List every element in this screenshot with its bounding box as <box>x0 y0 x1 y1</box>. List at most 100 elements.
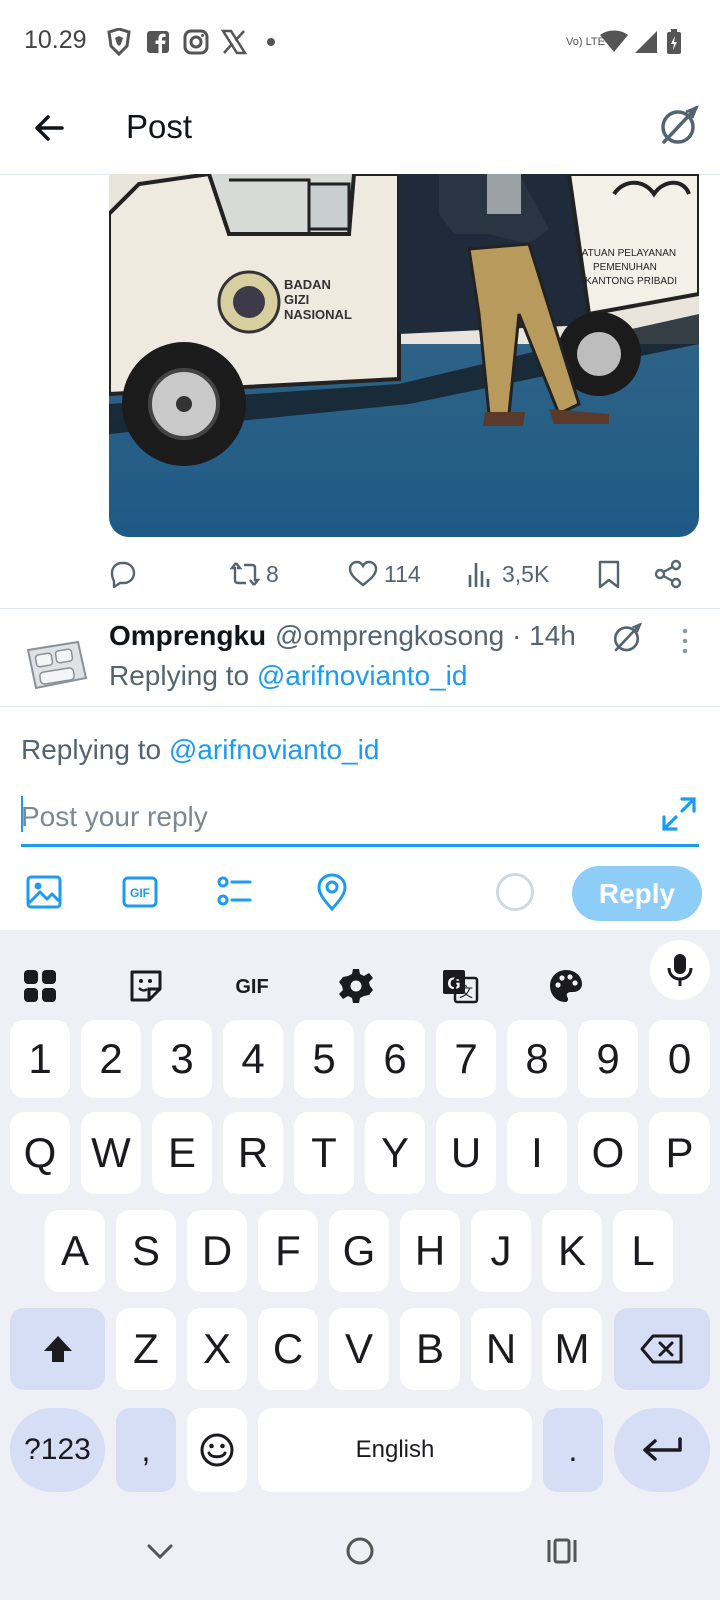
text-cursor <box>21 796 23 832</box>
key-j[interactable]: J <box>471 1210 531 1292</box>
instagram-icon <box>183 28 209 56</box>
image-icon[interactable] <box>24 872 64 912</box>
key-v[interactable]: V <box>329 1308 389 1390</box>
key-l[interactable]: L <box>613 1210 673 1292</box>
avatar[interactable] <box>22 632 90 700</box>
key-t[interactable]: T <box>294 1112 354 1194</box>
key-d[interactable]: D <box>187 1210 247 1292</box>
brave-icon <box>106 28 132 56</box>
key-n[interactable]: N <box>471 1308 531 1390</box>
backspace-icon <box>640 1334 683 1364</box>
notification-dot-icon <box>266 28 276 56</box>
retweet-count: 8 <box>266 560 279 587</box>
van-text-3: NASIONAL <box>284 307 352 322</box>
key-r[interactable]: R <box>223 1112 283 1194</box>
x-icon <box>221 28 247 56</box>
key-w[interactable]: W <box>81 1112 141 1194</box>
translate-icon[interactable]: G文 <box>430 956 490 1016</box>
heart-icon <box>348 560 378 587</box>
emoji-key[interactable] <box>187 1408 247 1492</box>
replying-to-handle-link[interactable]: @arifnovianto_id <box>257 660 468 691</box>
key-f[interactable]: F <box>258 1210 318 1292</box>
sign-text-3: KANTONG PRIBADI <box>585 276 677 287</box>
post-image[interactable]: BADAN GIZI NASIONAL SATUAN PELAYANAN PEM… <box>109 174 699 537</box>
symbols-key[interactable]: ?123 <box>10 1408 105 1492</box>
enter-arrow-icon <box>643 1437 682 1461</box>
key-y[interactable]: Y <box>365 1112 425 1194</box>
tweet-actions: 8 114 3,5K <box>0 544 720 604</box>
key-b[interactable]: B <box>400 1308 460 1390</box>
key-5[interactable]: 5 <box>294 1020 354 1098</box>
gif-keyboard-icon[interactable]: GIF <box>222 956 282 1016</box>
key-z[interactable]: Z <box>116 1308 176 1390</box>
grok-icon[interactable] <box>610 620 646 656</box>
apps-grid-icon[interactable] <box>10 956 70 1016</box>
key-s[interactable]: S <box>116 1210 176 1292</box>
comma-key[interactable]: , <box>116 1408 176 1492</box>
grok-icon[interactable] <box>656 102 704 150</box>
key-4[interactable]: 4 <box>223 1020 283 1098</box>
divider <box>0 608 720 609</box>
sticker-icon[interactable] <box>116 956 176 1016</box>
key-6[interactable]: 6 <box>365 1020 425 1098</box>
poll-icon[interactable] <box>214 872 254 912</box>
more-options-icon[interactable] <box>670 626 700 656</box>
period-key[interactable]: . <box>543 1408 603 1492</box>
key-i[interactable]: I <box>507 1112 567 1194</box>
views-action[interactable]: 3,5K <box>466 544 549 604</box>
location-icon[interactable] <box>312 872 352 912</box>
backspace-key[interactable] <box>614 1308 710 1390</box>
composer-replying-handle-link[interactable]: @arifnovianto_id <box>169 734 380 765</box>
gif-icon[interactable]: GIF <box>120 872 160 912</box>
back-arrow-icon[interactable] <box>28 106 72 150</box>
key-c[interactable]: C <box>258 1308 318 1390</box>
key-x[interactable]: X <box>187 1308 247 1390</box>
share-action[interactable] <box>654 544 684 604</box>
home-circle-icon[interactable] <box>343 1534 377 1573</box>
shift-key[interactable] <box>10 1308 105 1390</box>
retweet-icon <box>230 562 260 586</box>
expand-icon[interactable] <box>660 795 698 833</box>
settings-gear-icon[interactable] <box>326 956 386 1016</box>
svg-text:文: 文 <box>459 984 473 1000</box>
replying-prefix: Replying to <box>21 734 169 765</box>
bookmark-icon <box>598 560 620 589</box>
key-p[interactable]: P <box>649 1112 710 1194</box>
replying-prefix: Replying to <box>109 660 257 691</box>
enter-key[interactable] <box>614 1408 710 1492</box>
key-q[interactable]: Q <box>10 1112 70 1194</box>
theme-palette-icon[interactable] <box>536 956 596 1016</box>
key-3[interactable]: 3 <box>152 1020 212 1098</box>
svg-text:GIF: GIF <box>235 976 268 998</box>
like-action[interactable]: 114 <box>348 544 421 604</box>
author-name[interactable]: Omprengku <box>109 620 266 652</box>
key-o[interactable]: O <box>578 1112 638 1194</box>
retweet-action[interactable]: 8 <box>230 544 279 604</box>
key-g[interactable]: G <box>329 1210 389 1292</box>
reply-button[interactable]: Reply <box>572 866 702 921</box>
key-a[interactable]: A <box>45 1210 105 1292</box>
key-9[interactable]: 9 <box>578 1020 638 1098</box>
bookmark-action[interactable] <box>594 544 624 604</box>
key-e[interactable]: E <box>152 1112 212 1194</box>
reply-input[interactable] <box>21 790 699 847</box>
divider <box>0 706 720 707</box>
key-0[interactable]: 0 <box>649 1020 710 1098</box>
space-key[interactable]: English <box>258 1408 532 1492</box>
views-icon <box>468 563 490 587</box>
key-u[interactable]: U <box>436 1112 496 1194</box>
recent-apps-icon[interactable] <box>545 1534 579 1573</box>
reply-action[interactable] <box>108 544 138 604</box>
key-1[interactable]: 1 <box>10 1020 70 1098</box>
hide-keyboard-chevron-icon[interactable] <box>143 1534 177 1573</box>
key-8[interactable]: 8 <box>507 1020 567 1098</box>
key-2[interactable]: 2 <box>81 1020 141 1098</box>
views-count: 3,5K <box>502 560 550 587</box>
svg-text:GIF: GIF <box>130 886 150 900</box>
status-time: 10.29 <box>24 26 87 54</box>
key-k[interactable]: K <box>542 1210 602 1292</box>
key-m[interactable]: M <box>542 1308 602 1390</box>
key-h[interactable]: H <box>400 1210 460 1292</box>
key-7[interactable]: 7 <box>436 1020 496 1098</box>
microphone-icon[interactable] <box>650 940 710 1000</box>
